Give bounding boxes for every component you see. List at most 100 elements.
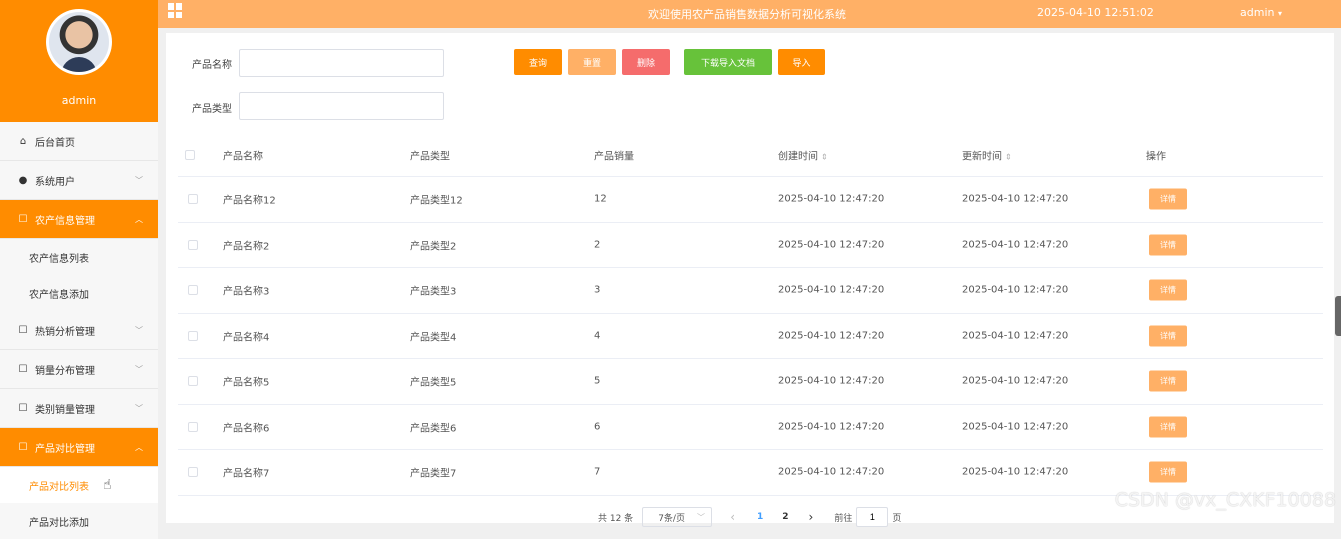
header-product-sales: 产品销量 — [594, 151, 634, 162]
sidebar-item-label: 类别销量管理 — [35, 404, 95, 416]
app-title: 欢迎使用农产品销售数据分析可视化系统 — [648, 8, 846, 21]
page-unit: 页 — [892, 513, 902, 524]
doc-edit-icon: ☐ — [18, 441, 28, 453]
cell-product-sales: 5 — [594, 375, 601, 387]
sidebar-item-home[interactable]: ⌂ 后台首页 — [0, 122, 158, 161]
cell-created-time: 2025-04-10 12:47:20 — [778, 284, 885, 296]
avatar[interactable] — [46, 9, 112, 75]
table-row: 产品名称6 产品类型6 6 2025-04-10 12:47:20 2025-04-10… — [178, 405, 1323, 450]
user-name: admin — [1240, 6, 1275, 19]
sidebar-subitem-label: 产品对比列表 — [29, 481, 89, 493]
cell-product-name: 产品名称3 — [223, 286, 270, 298]
detail-button[interactable]: 详情 — [1149, 416, 1187, 438]
cell-product-type: 产品类型5 — [410, 377, 457, 389]
sidebar-item-label: 产品对比管理 — [35, 443, 95, 455]
row-checkbox[interactable] — [188, 376, 198, 387]
type-label: 产品类型 — [192, 104, 232, 115]
sidebar-item-label: 农产信息管理 — [35, 215, 95, 227]
detail-button[interactable]: 详情 — [1149, 279, 1187, 301]
sidebar-item-label: 后台首页 — [35, 137, 75, 149]
row-checkbox[interactable] — [188, 194, 198, 205]
table-body: 产品名称12 产品类型12 12 2025-04-10 12:47:20 2025-04… — [178, 177, 1323, 496]
sidebar-item-users[interactable]: ● 系统用户 ﹀ — [0, 161, 158, 200]
sidebar-item-hot-sales[interactable]: ☐ 热销分析管理 ﹀ — [0, 311, 158, 350]
doc-edit-icon: ☐ — [18, 324, 28, 336]
sidebar-item-product-compare[interactable]: ☐ 产品对比管理 ︿ — [0, 428, 158, 467]
cell-created-time: 2025-04-10 12:47:20 — [778, 239, 885, 251]
cell-product-type: 产品类型3 — [410, 286, 457, 298]
goto-page-input[interactable] — [856, 507, 889, 527]
cell-created-time: 2025-04-10 12:47:20 — [778, 193, 885, 205]
grid-menu-icon[interactable] — [168, 3, 183, 18]
cell-product-name: 产品名称7 — [223, 468, 270, 480]
next-page-button[interactable]: › — [809, 510, 814, 524]
header-created-time[interactable]: 创建时间 ⇕ — [778, 147, 828, 162]
cell-product-sales: 4 — [594, 330, 601, 342]
cell-updated-time: 2025-04-10 12:47:20 — [962, 466, 1069, 478]
cell-product-name: 产品名称4 — [223, 332, 270, 344]
detail-button[interactable]: 详情 — [1149, 461, 1187, 483]
table-row: 产品名称4 产品类型4 4 2025-04-10 12:47:20 2025-04-10… — [178, 314, 1323, 359]
name-label: 产品名称 — [192, 60, 232, 71]
page-1-button[interactable]: 1 — [757, 512, 763, 522]
header-updated-label: 更新时间 — [962, 151, 1002, 162]
row-checkbox[interactable] — [188, 467, 198, 478]
sidebar-subitem-product-compare-add[interactable]: 产品对比添加 — [0, 503, 158, 539]
sidebar-item-category-sales[interactable]: ☐ 类别销量管理 ﹀ — [0, 389, 158, 428]
detail-button[interactable]: 详情 — [1149, 234, 1187, 256]
cell-product-sales: 6 — [594, 421, 601, 433]
sidebar-item-sales-distribution[interactable]: ☐ 销量分布管理 ﹀ — [0, 350, 158, 389]
doc-edit-icon: ☐ — [18, 213, 28, 225]
download-template-button[interactable]: 下载导入文档 — [684, 49, 772, 75]
cell-updated-time: 2025-04-10 12:47:20 — [962, 421, 1069, 433]
query-button[interactable]: 查询 — [514, 49, 562, 75]
select-all-checkbox[interactable] — [185, 149, 195, 160]
sidebar-subitem-product-info-add[interactable]: 农产信息添加 — [0, 275, 158, 311]
chevron-up-icon: ︿ — [135, 442, 143, 452]
hand-cursor-icon: ☝ — [103, 477, 112, 493]
delete-button[interactable]: 删除 — [622, 49, 670, 75]
page-size-select[interactable]: 7条/页 ﹀ — [642, 507, 713, 527]
row-checkbox[interactable] — [188, 330, 198, 341]
cell-product-name: 产品名称2 — [223, 241, 270, 253]
cell-product-type: 产品类型6 — [410, 423, 457, 435]
cell-created-time: 2025-04-10 12:47:20 — [778, 375, 885, 387]
detail-button[interactable]: 详情 — [1149, 325, 1187, 347]
chevron-up-icon: ︿ — [135, 214, 143, 224]
table-row: 产品名称3 产品类型3 3 2025-04-10 12:47:20 2025-04-10… — [178, 268, 1323, 314]
row-checkbox[interactable] — [188, 421, 198, 432]
sidebar: admin ⌂ 后台首页 ● 系统用户 ﹀ ☐ 农产信息管理 ︿ 农产信息列表 … — [0, 0, 158, 539]
product-type-input[interactable] — [239, 92, 444, 120]
doc-edit-icon: ☐ — [18, 402, 28, 414]
page-2-button[interactable]: 2 — [782, 512, 788, 522]
profile-panel: admin — [0, 0, 158, 122]
pagination: 共 12 条 7条/页 ﹀ ‹ 1 2 › 前往 页 — [598, 507, 901, 527]
doc-edit-icon: ☐ — [18, 363, 28, 375]
user-menu[interactable]: admin ▾ — [1240, 6, 1282, 19]
row-checkbox[interactable] — [188, 285, 198, 296]
prev-page-button[interactable]: ‹ — [730, 510, 735, 524]
profile-name: admin — [61, 94, 97, 107]
reset-button[interactable]: 重置 — [568, 49, 616, 75]
header-updated-time[interactable]: 更新时间 ⇕ — [962, 147, 1012, 162]
import-button[interactable]: 导入 — [778, 49, 825, 75]
sidebar-subitem-product-compare-list[interactable]: 产品对比列表 ☝ — [0, 467, 158, 503]
sort-icon[interactable]: ⇕ — [821, 152, 828, 161]
sidebar-item-product-info[interactable]: ☐ 农产信息管理 ︿ — [0, 200, 158, 239]
cell-product-type: 产品类型2 — [410, 241, 457, 253]
cell-created-time: 2025-04-10 12:47:20 — [778, 466, 885, 478]
sort-icon[interactable]: ⇕ — [1005, 152, 1012, 161]
cell-product-type: 产品类型12 — [410, 195, 463, 207]
sidebar-subitem-product-info-list[interactable]: 农产信息列表 — [0, 239, 158, 275]
detail-button[interactable]: 详情 — [1149, 188, 1187, 210]
current-time: 2025-04-10 12:51:02 — [1037, 6, 1154, 19]
detail-button[interactable]: 详情 — [1149, 370, 1187, 392]
cell-updated-time: 2025-04-10 12:47:20 — [962, 375, 1069, 387]
table-header: 产品名称 产品类型 产品销量 创建时间 ⇕ 更新时间 ⇕ 操作 — [178, 133, 1323, 177]
cell-product-type: 产品类型7 — [410, 468, 457, 480]
product-table: 产品名称 产品类型 产品销量 创建时间 ⇕ 更新时间 ⇕ 操作 产品名称12 产品类型… — [178, 133, 1323, 496]
scrollbar-handle[interactable] — [1335, 296, 1341, 336]
row-checkbox[interactable] — [188, 239, 198, 250]
product-name-input[interactable] — [239, 49, 444, 77]
cell-product-type: 产品类型4 — [410, 332, 457, 344]
